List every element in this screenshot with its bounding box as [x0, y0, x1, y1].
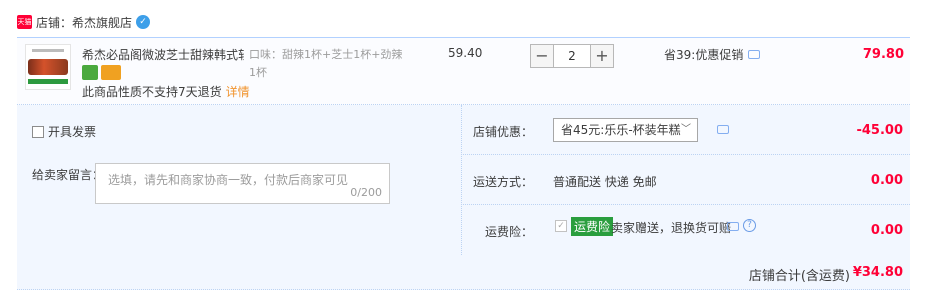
shop-total-bar: 店铺合计(含运费) ¥34.80: [17, 255, 910, 290]
shop-discount-amount: -45.00: [856, 123, 903, 138]
order-left-column: 开具发票 给卖家留言： 选填，请先和商家协商一致，付款后商家可见 0/200: [17, 105, 462, 255]
shop-discount-select[interactable]: 省45元:乐乐-杯装年糕 ﹀: [553, 118, 698, 142]
shop-discount-row: 店铺优惠： 省45元:乐乐-杯装年糕 ﹀ -45.00: [463, 105, 910, 155]
quantity-decrease-button[interactable]: −: [530, 44, 554, 68]
invoice-checkbox[interactable]: [32, 125, 44, 138]
shop-total-label: 店铺合计(含运费): [748, 269, 850, 284]
chevron-down-icon: ﹀: [681, 124, 691, 135]
unit-price: 59.40: [448, 46, 483, 60]
item-promotion: 省39:优惠促销: [664, 46, 761, 63]
return-policy-details-link[interactable]: 详情: [226, 85, 250, 99]
product-title-link[interactable]: 希杰必品阁微波芝士甜辣韩式软...: [82, 46, 244, 63]
seller-message-char-count: 0/200: [350, 186, 382, 199]
shipping-insurance-text: 卖家赠送，退换货可赔: [611, 221, 732, 235]
quantity-increase-button[interactable]: +: [590, 44, 614, 68]
shipping-insurance-amount: 0.00: [870, 223, 903, 238]
shipping-insurance-checkbox: ✓: [555, 220, 567, 232]
service-credit-card-icon[interactable]: [101, 65, 121, 80]
shop-discount-selected: 省45元:乐乐-杯装年糕: [561, 123, 681, 137]
return-policy-text: 此商品性质不支持7天退货: [82, 85, 222, 99]
shipping-method-row: 运送方式： 普通配送 快递 免邮 0.00: [463, 155, 910, 205]
seller-message-label: 给卖家留言：: [32, 168, 105, 182]
wangwang-chat-icon[interactable]: ✓: [136, 15, 151, 29]
discount-comment-icon[interactable]: [717, 125, 729, 134]
order-options: 开具发票 给卖家留言： 选填，请先和商家协商一致，付款后商家可见 0/200 店…: [17, 105, 910, 255]
shop-total-value: ¥34.80: [852, 265, 903, 280]
invoice-label: 开具发票: [48, 125, 97, 139]
quantity-stepper: − 2 +: [530, 44, 614, 68]
tmall-badge: 天猫: [17, 15, 32, 29]
seller-message-input[interactable]: 选填，请先和商家协商一致，付款后商家可见 0/200: [95, 163, 390, 204]
item-total-price: 79.80: [862, 47, 904, 62]
shop-name-link[interactable]: 希杰旗舰店: [72, 14, 132, 31]
item-promotion-text: 省39:优惠促销: [664, 48, 744, 62]
help-icon[interactable]: ?: [743, 219, 756, 232]
cart-item-row: 希杰必品阁微波芝士甜辣韩式软... 此商品性质不支持7天退货 详情 口味：甜辣1杯…: [17, 37, 910, 105]
shipping-method-label: 运送方式：: [472, 175, 533, 189]
insurance-comment-icon[interactable]: [727, 222, 739, 231]
quantity-input[interactable]: 2: [554, 44, 590, 68]
shipping-insurance-label: 运费险：: [484, 225, 533, 239]
promotion-comment-icon[interactable]: [748, 50, 761, 59]
shipping-insurance-badge: 运费险: [571, 217, 614, 236]
service-guarantee-icon[interactable]: [82, 65, 98, 80]
shipping-amount: 0.00: [870, 173, 903, 188]
service-icons: [82, 65, 121, 80]
shop-label: 店铺：: [36, 15, 73, 30]
seller-message-placeholder: 选填，请先和商家协商一致，付款后商家可见: [108, 173, 349, 187]
return-policy-note: 此商品性质不支持7天退货 详情: [82, 83, 250, 100]
product-thumbnail[interactable]: [25, 44, 71, 90]
shop-header: 天猫 店铺： 希杰旗舰店 ✓: [17, 12, 151, 32]
invoice-option[interactable]: 开具发票: [32, 123, 96, 140]
shop-discount-label: 店铺优惠：: [472, 125, 533, 139]
shipping-method-value: 普通配送 快递 免邮: [553, 175, 657, 189]
shipping-insurance-row: 运费险： ✓ 运费险 卖家赠送，退换货可赔 ? 0.00: [463, 205, 910, 255]
product-spec: 口味：甜辣1杯+芝士1杯+劲辣1杯: [249, 48, 403, 79]
